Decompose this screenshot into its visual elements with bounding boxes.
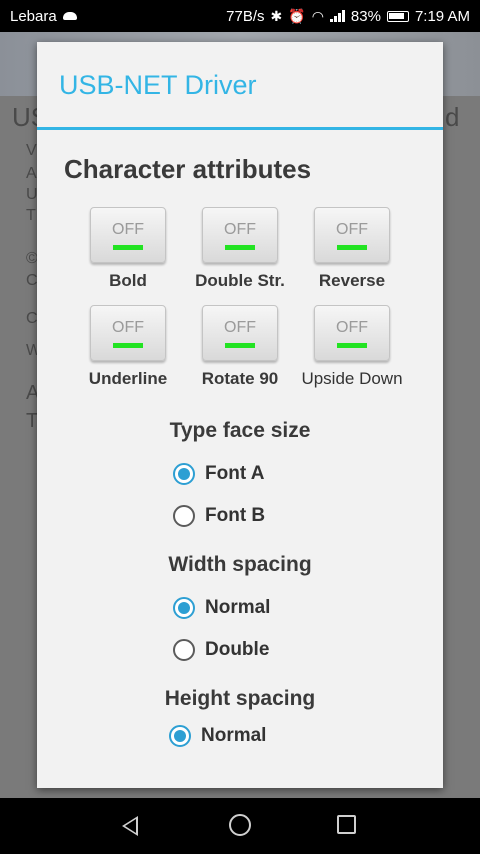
radio-height-normal[interactable]: Normal xyxy=(169,715,443,757)
cloud-icon xyxy=(62,12,77,20)
radio-font-a[interactable]: Font A xyxy=(173,453,443,495)
indicator-light xyxy=(337,244,367,250)
toggle-label: Double Str. xyxy=(195,271,285,290)
toggle-state: OFF xyxy=(112,220,144,238)
toggle-label: Bold xyxy=(109,271,147,290)
signal-icon xyxy=(329,10,345,22)
indicator-light xyxy=(113,244,143,250)
toggle-button[interactable]: OFF xyxy=(90,207,166,263)
bg-fragment: C xyxy=(26,272,38,289)
width-spacing-radio-group: Normal Double xyxy=(173,587,443,671)
height-spacing-heading: Height spacing xyxy=(164,687,316,710)
toggle-double-strike: OFF Double Str. xyxy=(184,207,296,291)
section-title: Character attributes xyxy=(64,154,312,184)
toggle-button[interactable]: OFF xyxy=(314,305,390,361)
toggle-label: Underline xyxy=(88,369,168,388)
bg-fragment: U xyxy=(26,186,38,203)
bg-fragment: d xyxy=(445,102,460,132)
radio-button-selected[interactable] xyxy=(169,725,191,747)
radio-button[interactable] xyxy=(173,639,195,661)
status-bar: Lebara 77B/s ✱ ⏰ ◠ 83% 7:19 AM xyxy=(0,0,480,32)
attribute-toggle-grid: OFF Bold OFF Double Str. OFF Reverse OFF xyxy=(72,207,443,389)
battery-icon xyxy=(386,10,409,22)
height-spacing-radio-group: Normal xyxy=(169,715,443,757)
alarm-icon: ⏰ xyxy=(288,7,306,24)
radio-button[interactable] xyxy=(173,505,195,527)
net-speed: 77B/s xyxy=(226,7,265,25)
back-icon[interactable] xyxy=(122,816,138,836)
toggle-button[interactable]: OFF xyxy=(90,305,166,361)
toggle-state: OFF xyxy=(224,220,256,238)
type-face-heading: Type face size xyxy=(169,419,311,442)
toggle-state: OFF xyxy=(112,318,144,336)
indicator-light xyxy=(225,342,255,348)
radio-label: Normal xyxy=(205,597,271,618)
navigation-bar xyxy=(0,798,480,854)
toggle-reverse: OFF Reverse xyxy=(296,207,408,291)
toggle-state: OFF xyxy=(336,220,368,238)
radio-width-double[interactable]: Double xyxy=(173,629,443,671)
radio-button-selected[interactable] xyxy=(173,597,195,619)
indicator-light xyxy=(337,342,367,348)
indicator-light xyxy=(225,244,255,250)
toggle-rotate-90: OFF Rotate 90 xyxy=(184,305,296,389)
toggle-label: Upside Down xyxy=(301,369,403,388)
recents-icon[interactable] xyxy=(337,815,356,834)
home-icon[interactable] xyxy=(229,814,251,836)
settings-dialog: USB-NET Driver Character attributes OFF … xyxy=(37,42,443,788)
toggle-underline: OFF Underline xyxy=(72,305,184,389)
toggle-upside-down: OFF Upside Down xyxy=(296,305,408,389)
radio-label: Font B xyxy=(205,505,266,526)
radio-label: Normal xyxy=(201,725,267,746)
battery-percent: 83% xyxy=(350,7,381,25)
toggle-bold: OFF Bold xyxy=(72,207,184,291)
toggle-button[interactable]: OFF xyxy=(202,305,278,361)
width-spacing-heading: Width spacing xyxy=(168,553,312,576)
radio-label: Double xyxy=(205,639,270,660)
indicator-light xyxy=(113,342,143,348)
toggle-button[interactable]: OFF xyxy=(202,207,278,263)
type-face-radio-group: Font A Font B xyxy=(173,453,443,537)
bg-fragment: C xyxy=(26,310,38,327)
dialog-title: USB-NET Driver xyxy=(37,42,443,130)
toggle-state: OFF xyxy=(336,318,368,336)
bg-fragment: A xyxy=(26,165,37,182)
wifi-icon: ◠ xyxy=(311,7,324,24)
toggle-label: Rotate 90 xyxy=(201,369,279,388)
toggle-state: OFF xyxy=(224,318,256,336)
carrier-name: Lebara xyxy=(10,7,57,25)
radio-label: Font A xyxy=(205,463,265,484)
clock: 7:19 AM xyxy=(414,7,470,25)
radio-font-b[interactable]: Font B xyxy=(173,495,443,537)
radio-button-selected[interactable] xyxy=(173,463,195,485)
bg-fragment: T xyxy=(26,207,36,224)
toggle-label: Reverse xyxy=(318,271,386,290)
toggle-button[interactable]: OFF xyxy=(314,207,390,263)
bluetooth-icon: ✱ xyxy=(270,7,283,24)
radio-width-normal[interactable]: Normal xyxy=(173,587,443,629)
bg-fragment: V xyxy=(26,142,37,159)
